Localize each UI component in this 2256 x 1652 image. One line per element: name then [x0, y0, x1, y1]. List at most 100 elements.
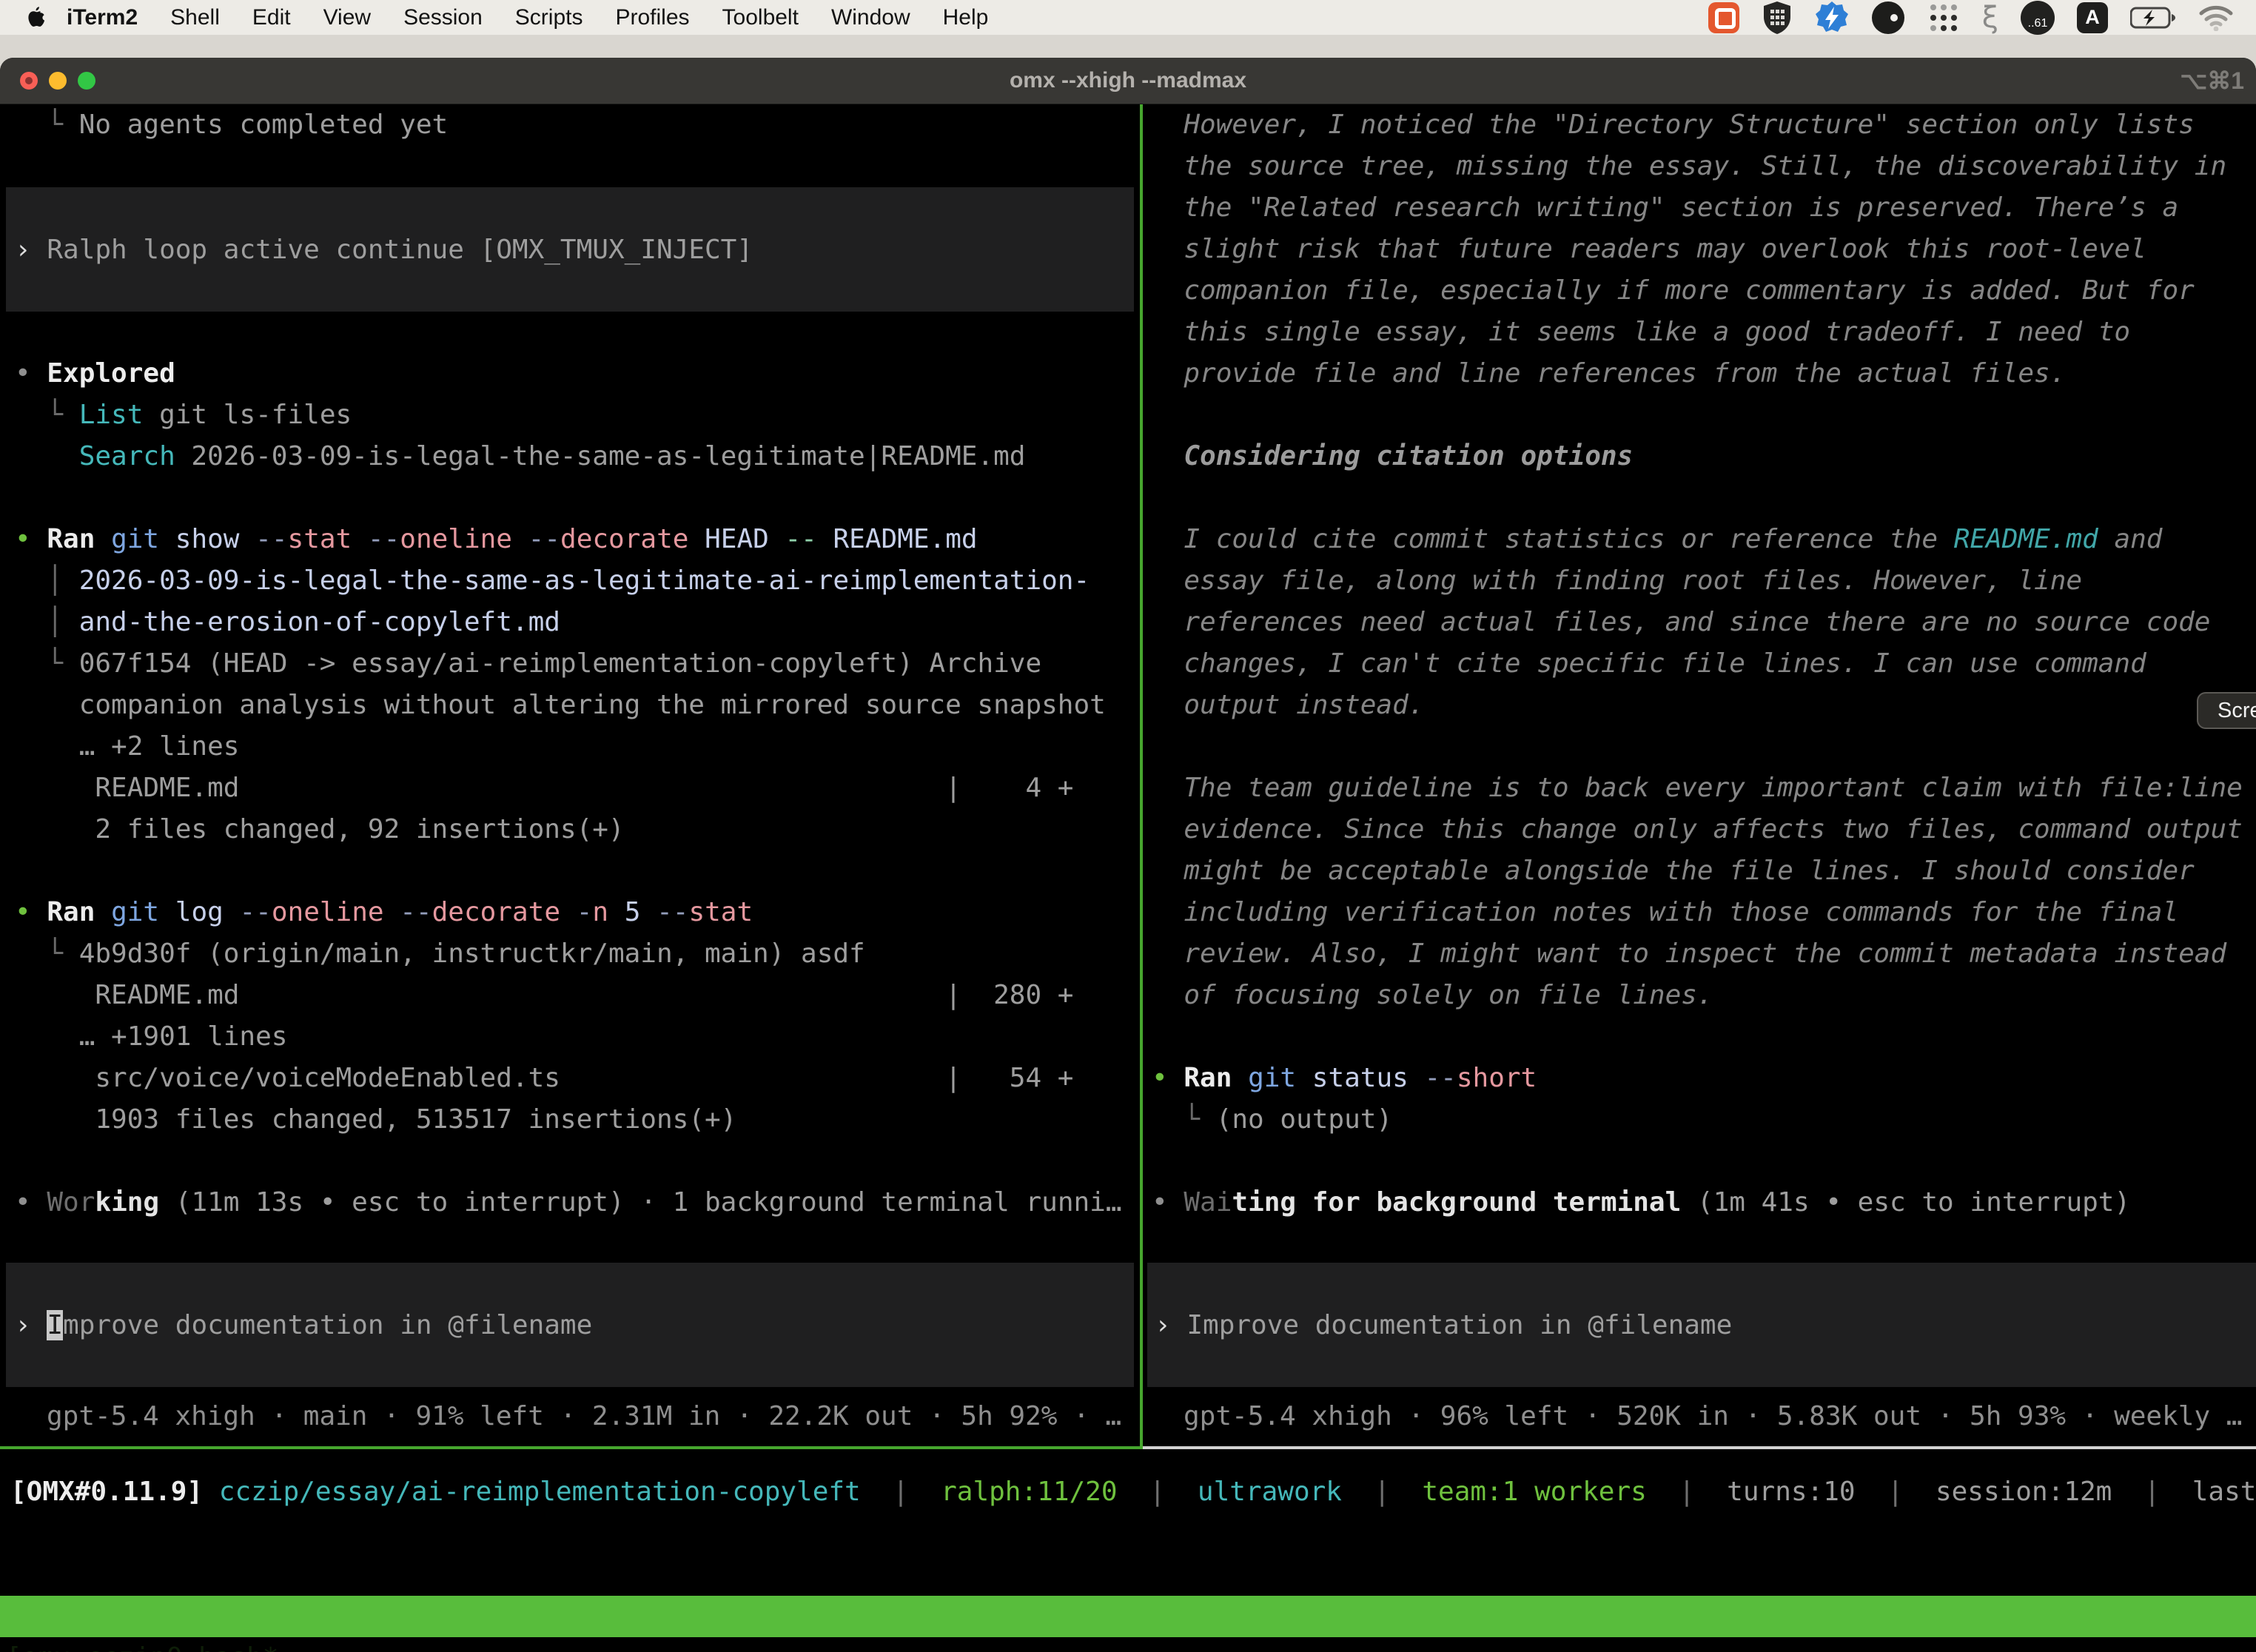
terminal-line: [15, 1141, 1140, 1182]
terminal-line: [1152, 1141, 2256, 1182]
text-segment: git: [1248, 1063, 1296, 1093]
text-segment: turns:10: [1727, 1477, 1855, 1507]
text-segment: 2 files changed, 92 insertions(+): [15, 814, 625, 845]
terminal-line: changes, I can't cite specific file line…: [1152, 643, 2256, 685]
text-segment: oneline: [400, 524, 512, 554]
text-segment: (no output): [1216, 1104, 1392, 1135]
text-segment: README.md: [817, 524, 978, 554]
text-segment: Ran: [47, 524, 95, 554]
text-segment: [95, 897, 111, 927]
screen-share-overlay[interactable]: Scre: [2197, 692, 2256, 729]
terminal-line: • Working (11m 13s • esc to interrupt) ·…: [15, 1182, 1140, 1223]
menu-item-scripts[interactable]: Scripts: [515, 5, 583, 30]
menu-item-iterm2[interactable]: iTerm2: [67, 5, 138, 30]
battery-icon[interactable]: [2130, 1, 2176, 34]
terminal-line: • Explored: [15, 353, 1140, 394]
text-segment: HEAD: [688, 524, 785, 554]
text-segment: •: [1152, 1063, 1184, 1093]
text-segment: team:1 workers: [1422, 1477, 1646, 1507]
title-bar[interactable]: omx --xhigh --madmax ⌥⌘1: [0, 58, 2256, 104]
terminal-line: └ 4b9d30f (origin/main, instructkr/main,…: [15, 933, 1140, 975]
terminal-line: [1152, 1016, 2256, 1058]
letter-a-icon[interactable]: A: [2077, 1, 2108, 34]
screen-share-label: Scre: [2218, 699, 2256, 723]
text-segment: output instead.: [1152, 690, 1424, 720]
text-segment: [1232, 1063, 1248, 1093]
bolt-badge-icon[interactable]: [1815, 1, 1849, 34]
terminal-content: └ No agents completed yet› Ralph loop ac…: [0, 104, 2256, 1652]
badge-61-icon[interactable]: ..61: [2021, 1, 2055, 34]
text-segment: oneline: [272, 897, 384, 927]
right-pane: However, I noticed the "Directory Struct…: [1143, 104, 2256, 1446]
terminal-line: Search 2026-03-09-is-legal-the-same-as-l…: [15, 436, 1140, 477]
apple-menu-icon[interactable]: [21, 4, 50, 31]
crescent-circle-icon[interactable]: [1871, 1, 1905, 34]
pane-divider-horizontal-left[interactable]: [0, 1446, 1143, 1449]
text-segment: ultrawork: [1198, 1477, 1342, 1507]
terminal-line: … +1901 lines: [15, 1016, 1140, 1058]
text-segment: n: [592, 897, 608, 927]
text-segment: Search: [79, 441, 175, 471]
inject-banner: › Ralph loop active continue [OMX_TMUX_I…: [6, 187, 1134, 312]
text-segment: git: [111, 524, 159, 554]
text-segment: [95, 524, 111, 554]
grid-shield-icon[interactable]: [1762, 1, 1793, 34]
pane-divider-horizontal-right[interactable]: [1143, 1446, 2256, 1449]
status-icons: ξ ..61 A: [1708, 1, 2234, 34]
text-segment: 5: [608, 897, 657, 927]
text-segment: --: [528, 524, 560, 554]
terminal-line: essay file, along with finding root file…: [1152, 560, 2256, 602]
text-segment: └: [15, 110, 79, 140]
tmux-session-label[interactable]: [omx-cczip0:bash*: [6, 1637, 278, 1652]
terminal-line: │ and-the-erosion-of-copyleft.md: [15, 602, 1140, 643]
right-prompt-input[interactable]: › Improve documentation in @filename: [1147, 1263, 2256, 1387]
menu-item-window[interactable]: Window: [831, 5, 910, 30]
text-segment: the source tree, missing the essay. Stil…: [1152, 151, 2226, 181]
text-segment: •: [15, 897, 47, 927]
menu-item-toolbelt[interactable]: Toolbelt: [722, 5, 799, 30]
text-segment: |: [1118, 1477, 1198, 1507]
text-segment: Ralph loop active continue [OMX_TMUX_INJ…: [47, 235, 753, 265]
text-segment: •: [15, 358, 47, 389]
menu-item-profiles[interactable]: Profiles: [615, 5, 689, 30]
text-segment: Ran: [47, 897, 95, 927]
menu-item-shell[interactable]: Shell: [170, 5, 220, 30]
text-segment: and: [2098, 524, 2163, 554]
text-segment: README.md | 4 +: [15, 773, 1073, 803]
text-segment: •: [15, 524, 47, 554]
squiggle-icon[interactable]: ξ: [1982, 1, 1998, 34]
right-pane-output: However, I noticed the "Directory Struct…: [1143, 104, 2256, 1223]
text-segment: ›: [15, 235, 47, 265]
text-segment: I could cite commit statistics or refere…: [1152, 524, 1954, 554]
terminal-line: Considering citation options: [1152, 436, 2256, 477]
dot-grid-icon[interactable]: [1927, 1, 1960, 34]
text-segment: [512, 524, 528, 554]
text-segment: I: [47, 1310, 63, 1340]
text-segment: |: [1856, 1477, 1936, 1507]
text-segment: Considering citation options: [1152, 441, 1633, 471]
text-segment: └: [15, 939, 79, 969]
menu-item-session[interactable]: Session: [403, 5, 483, 30]
menu-item-edit[interactable]: Edit: [252, 5, 291, 30]
text-segment: status: [1296, 1063, 1424, 1093]
text-segment: Wai: [1184, 1187, 1232, 1218]
text-segment: |: [861, 1477, 941, 1507]
terminal-line: 1903 files changed, 513517 insertions(+): [15, 1099, 1140, 1141]
messages-icon[interactable]: [1708, 1, 1739, 34]
text-segment: log: [159, 897, 239, 927]
text-segment: short: [1457, 1063, 1537, 1093]
text-segment: companion file, especially if more comme…: [1152, 275, 2195, 306]
terminal-line: 2 files changed, 92 insertions(+): [15, 809, 1140, 850]
text-segment: [OMX#0.11.9]: [10, 1477, 203, 1507]
menu-item-help[interactable]: Help: [943, 5, 989, 30]
terminal-line: companion analysis without altering the …: [15, 685, 1140, 726]
wifi-icon[interactable]: [2198, 1, 2234, 34]
left-prompt-input[interactable]: › Improve documentation in @filename: [6, 1263, 1134, 1387]
omx-status-line: [OMX#0.11.9] cczip/essay/ai-reimplementa…: [10, 1451, 2256, 1533]
menu-item-view[interactable]: View: [323, 5, 371, 30]
text-segment: └: [15, 648, 79, 679]
text-segment: │: [15, 565, 79, 596]
text-segment: 2026-03-09-is-legal-the-same-as-legitima…: [175, 441, 1026, 471]
menu-bar: iTerm2 Shell Edit View Session Scripts P…: [0, 0, 2256, 35]
text-segment: slight risk that future readers may over…: [1152, 234, 2146, 264]
